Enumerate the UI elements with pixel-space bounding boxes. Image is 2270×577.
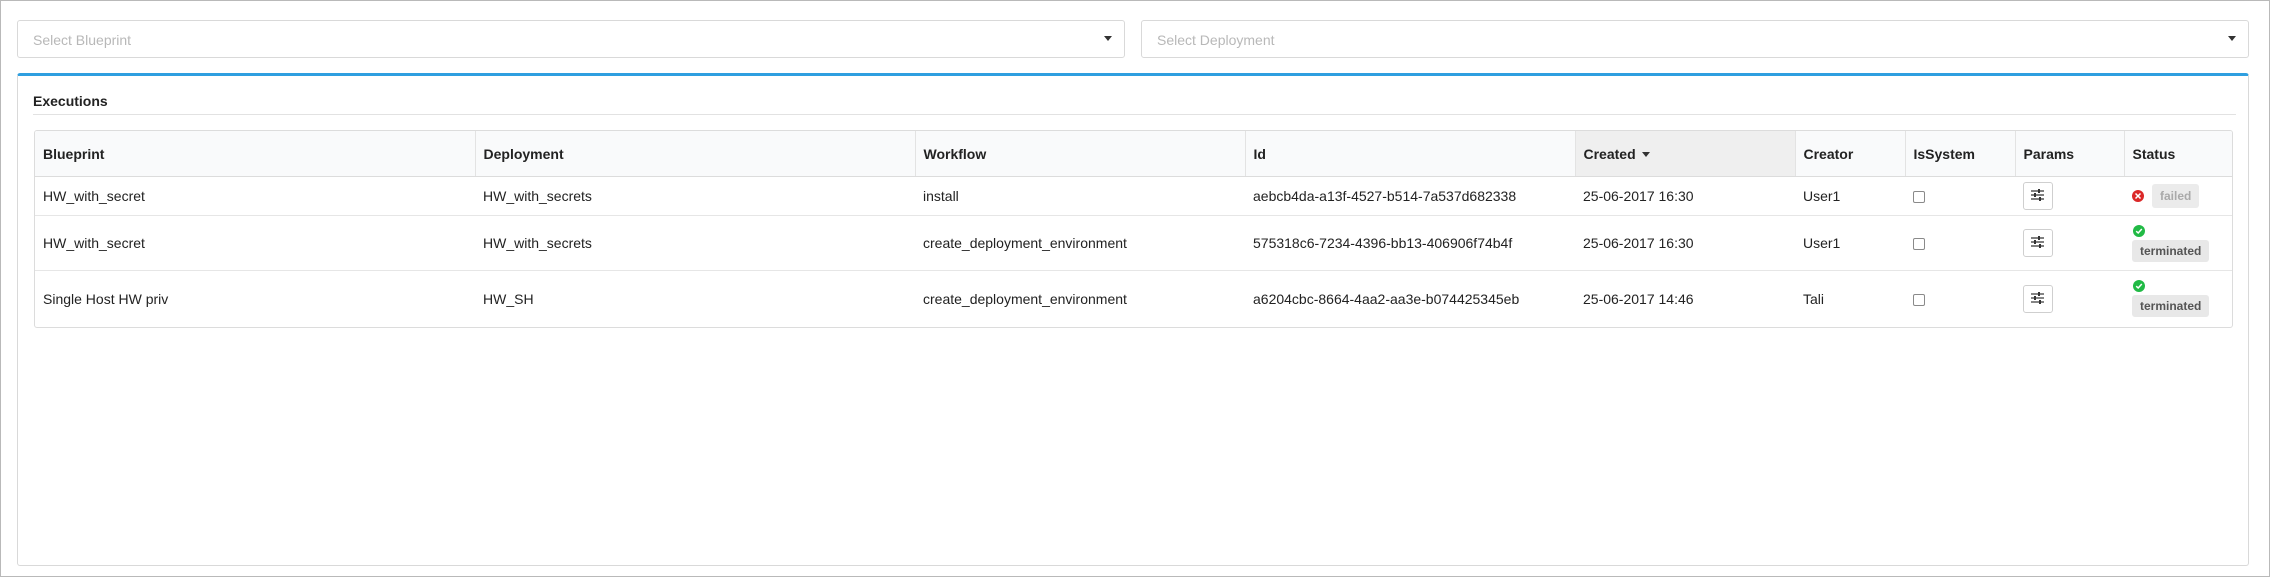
deployment-select[interactable]: Select Deployment — [1141, 20, 2249, 58]
cell-created: 25-06-2017 16:30 — [1575, 176, 1795, 216]
chevron-down-icon — [2228, 36, 2236, 41]
cell-id: 575318c6-7234-4396-bb13-406906f74b4f — [1245, 215, 1575, 271]
column-header-id[interactable]: Id — [1245, 131, 1576, 177]
cell-blueprint: HW_with_secret — [35, 176, 475, 216]
widget-divider — [33, 114, 2236, 115]
column-header-params: Params — [2015, 131, 2125, 177]
params-button[interactable] — [2023, 284, 2053, 313]
cell-issystem — [1905, 271, 2015, 327]
cell-params — [2015, 176, 2124, 216]
column-header-blueprint[interactable]: Blueprint — [35, 131, 476, 177]
cell-deployment: HW_with_secrets — [475, 176, 915, 216]
cell-creator: User1 — [1795, 215, 1905, 271]
cell-created: 25-06-2017 16:30 — [1575, 215, 1795, 271]
error-circle-icon — [2132, 190, 2144, 202]
cell-issystem — [1905, 215, 2015, 271]
table-header-row: Blueprint Deployment Workflow Id Created… — [35, 131, 2232, 177]
cell-blueprint: HW_with_secret — [35, 215, 475, 271]
column-header-creator[interactable]: Creator — [1795, 131, 1906, 177]
cell-creator: User1 — [1795, 176, 1905, 216]
cell-status: terminated — [2124, 271, 2232, 327]
executions-widget: Executions Blueprint Deployment Workflow — [17, 73, 2249, 566]
table-row[interactable]: Single Host HW priv HW_SH create_deploym… — [35, 271, 2232, 327]
status-badge: failed — [2152, 184, 2200, 208]
blueprint-select-placeholder: Select Blueprint — [33, 32, 132, 48]
sliders-icon — [2031, 291, 2044, 304]
column-header-issystem[interactable]: IsSystem — [1905, 131, 2016, 177]
cell-status: terminated — [2124, 215, 2232, 271]
issystem-checkbox[interactable] — [1913, 293, 1925, 306]
cell-created: 25-06-2017 14:46 — [1583, 290, 1694, 307]
cell-workflow: install — [915, 176, 1245, 216]
sort-descending-icon — [1641, 152, 1650, 158]
executions-table: Blueprint Deployment Workflow Id Created… — [34, 130, 2233, 328]
cell-workflow: create_deployment_environment — [923, 290, 1127, 307]
status-badge: terminated — [2132, 295, 2210, 317]
column-header-created-label: Created — [1583, 145, 1636, 162]
cell-deployment: HW_SH — [483, 290, 534, 307]
params-button[interactable] — [2023, 229, 2053, 257]
cell-params — [2015, 215, 2124, 271]
cell-issystem — [1905, 176, 2015, 216]
sliders-icon — [2031, 189, 2044, 201]
cell-creator: Tali — [1803, 290, 1825, 307]
column-header-deployment[interactable]: Deployment — [475, 131, 916, 177]
column-header-status[interactable]: Status — [2124, 131, 2232, 177]
issystem-checkbox[interactable] — [1913, 238, 1925, 251]
issystem-checkbox[interactable] — [1913, 191, 1925, 204]
chevron-down-icon — [1104, 36, 1112, 41]
cell-params — [2015, 271, 2124, 327]
status-badge: terminated — [2132, 239, 2210, 262]
cell-workflow: create_deployment_environment — [915, 215, 1245, 271]
check-circle-icon — [2133, 224, 2145, 237]
cell-id: a6204cbc-8664-4aa2-aa3e-b074425345eb — [1253, 290, 1520, 307]
column-header-workflow[interactable]: Workflow — [915, 131, 1246, 177]
cell-id: aebcb4da-a13f-4527-b514-7a537d682338 — [1245, 176, 1575, 216]
cell-deployment: HW_with_secrets — [475, 215, 915, 271]
table-row[interactable]: HW_with_secret HW_with_secrets create_de… — [35, 215, 2232, 271]
blueprint-select[interactable]: Select Blueprint — [17, 20, 1125, 58]
widget-title: Executions — [33, 93, 108, 109]
params-button[interactable] — [2023, 182, 2053, 210]
cell-status: failed — [2124, 176, 2232, 216]
table-row[interactable]: HW_with_secret HW_with_secrets install a… — [35, 176, 2232, 216]
sliders-icon — [2031, 236, 2044, 248]
check-circle-icon — [2133, 280, 2145, 292]
deployment-select-placeholder: Select Deployment — [1157, 32, 1275, 48]
column-header-created[interactable]: Created — [1575, 131, 1796, 177]
cell-blueprint: Single Host HW priv — [43, 290, 169, 307]
